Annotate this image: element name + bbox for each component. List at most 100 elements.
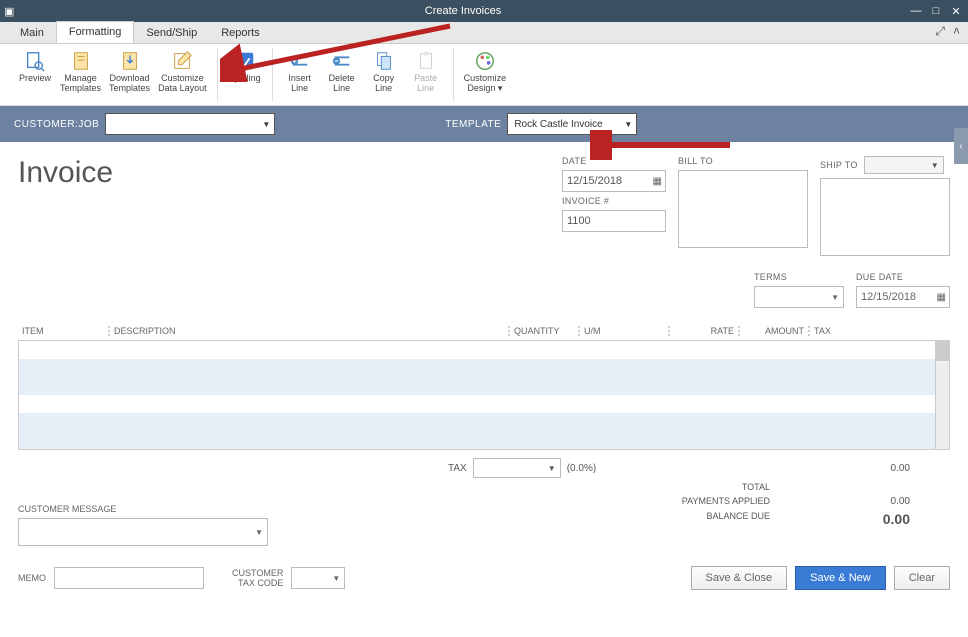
maximize-icon[interactable]: □ — [928, 5, 944, 18]
table-body[interactable] — [18, 340, 950, 450]
scrollbar-thumb[interactable] — [936, 341, 949, 361]
table-row[interactable] — [19, 413, 949, 431]
manage-templates-button[interactable]: Manage Templates — [56, 48, 105, 96]
col-description: DESCRIPTION — [108, 326, 508, 336]
chevron-down-icon: ▼ — [931, 161, 939, 170]
customer-message-section: CUSTOMER MESSAGE ▼ — [18, 504, 268, 546]
preview-button[interactable]: Preview — [14, 48, 56, 86]
template-dropdown[interactable]: Rock Castle Invoice ▼ — [507, 113, 637, 135]
ribbon: Preview Manage Templates Download Templa… — [0, 44, 968, 106]
fullscreen-icon[interactable]: ⤢ — [935, 24, 945, 39]
calendar-icon[interactable]: ▦ — [653, 176, 662, 187]
table-header: ITEM DESCRIPTION QUANTITY U/M RATE AMOUN… — [18, 322, 950, 340]
collapse-ribbon-icon[interactable]: ˄ — [953, 24, 960, 39]
ship-to-dropdown[interactable]: ▼ — [864, 156, 944, 174]
manage-templates-icon — [70, 50, 92, 72]
payments-applied-label: PAYMENTS APPLIED — [630, 496, 770, 507]
balance-due-label: BALANCE DUE — [630, 511, 770, 527]
col-tax: TAX — [808, 326, 858, 336]
bill-to-label: BILL TO — [678, 156, 808, 166]
ship-to-label: SHIP TO — [820, 160, 858, 170]
table-row[interactable] — [19, 395, 949, 413]
customize-layout-icon — [171, 50, 193, 72]
delete-line-button[interactable]: Delete Line — [321, 48, 363, 96]
window-titlebar: ▣ Create Invoices — □ ✕ — [0, 0, 968, 22]
tab-formatting[interactable]: Formatting — [56, 21, 135, 43]
tab-main[interactable]: Main — [8, 23, 56, 43]
customer-tax-code-label: CUSTOMER TAX CODE — [232, 568, 283, 588]
chevron-down-icon: ▼ — [831, 293, 839, 302]
tax-label: TAX — [448, 463, 467, 474]
col-amount: AMOUNT — [738, 326, 808, 336]
table-row[interactable] — [19, 341, 949, 359]
preview-icon — [24, 50, 46, 72]
invoice-form: Invoice DATE 12/15/2018 ▦ INVOICE # 1100… — [0, 142, 968, 637]
window-menu-icon[interactable]: ▣ — [4, 5, 18, 18]
scrollbar[interactable] — [935, 341, 949, 449]
customer-template-bar: CUSTOMER:JOB ▼ TEMPLATE Rock Castle Invo… — [0, 106, 968, 142]
customer-tax-code-dropdown[interactable]: ▼ — [291, 567, 345, 589]
invoice-number-label: INVOICE # — [562, 196, 666, 206]
tax-amount: 0.00 — [890, 463, 950, 474]
ribbon-tabbar: Main Formatting Send/Ship Reports ⤢ ˄ — [0, 22, 968, 44]
download-templates-icon — [119, 50, 141, 72]
date-field[interactable]: 12/15/2018 ▦ — [562, 170, 666, 192]
ship-to-field[interactable] — [820, 178, 950, 256]
tab-sendship[interactable]: Send/Ship — [134, 23, 209, 43]
close-icon[interactable]: ✕ — [948, 5, 964, 18]
spelling-button[interactable]: Spelling — [224, 48, 266, 86]
customer-message-dropdown[interactable]: ▼ — [18, 518, 268, 546]
save-close-button[interactable]: Save & Close — [691, 566, 788, 590]
table-row[interactable] — [19, 377, 949, 395]
spelling-icon — [234, 50, 256, 72]
tab-reports[interactable]: Reports — [209, 23, 272, 43]
insert-line-icon — [289, 50, 311, 72]
memo-field[interactable] — [54, 567, 204, 589]
due-date-field[interactable]: 12/15/2018 ▦ — [856, 286, 950, 308]
calendar-icon[interactable]: ▦ — [937, 292, 946, 303]
chevron-down-icon: ▼ — [255, 528, 263, 537]
minimize-icon[interactable]: — — [908, 5, 924, 18]
clear-button[interactable]: Clear — [894, 566, 950, 590]
chevron-down-icon: ▼ — [624, 120, 632, 129]
total-amount — [850, 482, 910, 492]
terms-dropdown[interactable]: ▼ — [754, 286, 844, 308]
paste-line-button: Paste Line — [405, 48, 447, 96]
col-quantity: QUANTITY — [508, 326, 578, 336]
paste-line-icon — [415, 50, 437, 72]
table-row[interactable] — [19, 431, 949, 449]
customize-design-icon — [474, 50, 496, 72]
payments-amount: 0.00 — [850, 496, 910, 507]
download-templates-button[interactable]: Download Templates — [105, 48, 154, 96]
template-label: TEMPLATE — [445, 119, 501, 130]
copy-line-button[interactable]: Copy Line — [363, 48, 405, 96]
chevron-down-icon: ▼ — [332, 574, 340, 583]
memo-label: MEMO — [18, 573, 46, 583]
customer-job-dropdown[interactable]: ▼ — [105, 113, 275, 135]
col-um: U/M — [578, 326, 668, 336]
col-rate: RATE — [668, 326, 738, 336]
col-item: ITEM — [18, 326, 108, 336]
customize-design-button[interactable]: Customize Design ▾ — [460, 48, 511, 96]
copy-line-icon — [373, 50, 395, 72]
tax-dropdown[interactable]: ▼ — [473, 458, 561, 478]
table-row[interactable] — [19, 359, 949, 377]
due-date-label: DUE DATE — [856, 272, 950, 282]
save-new-button[interactable]: Save & New — [795, 566, 886, 590]
insert-line-button[interactable]: Insert Line — [279, 48, 321, 96]
customer-job-label: CUSTOMER:JOB — [14, 119, 99, 130]
total-label: TOTAL — [630, 482, 770, 492]
chevron-down-icon: ▼ — [262, 120, 270, 129]
template-value: Rock Castle Invoice — [514, 119, 602, 130]
invoice-number-field[interactable]: 1100 — [562, 210, 666, 232]
customize-data-layout-button[interactable]: Customize Data Layout — [154, 48, 211, 96]
customer-message-label: CUSTOMER MESSAGE — [18, 504, 116, 514]
date-label: DATE — [562, 156, 666, 166]
chevron-down-icon: ▼ — [548, 464, 556, 473]
window-title: Create Invoices — [18, 5, 908, 17]
bottom-bar: MEMO CUSTOMER TAX CODE ▼ Save & Close Sa… — [18, 566, 950, 590]
bill-to-field[interactable] — [678, 170, 808, 248]
balance-due-amount: 0.00 — [850, 511, 910, 527]
line-items-table: ITEM DESCRIPTION QUANTITY U/M RATE AMOUN… — [18, 322, 950, 450]
terms-label: TERMS — [754, 272, 844, 282]
